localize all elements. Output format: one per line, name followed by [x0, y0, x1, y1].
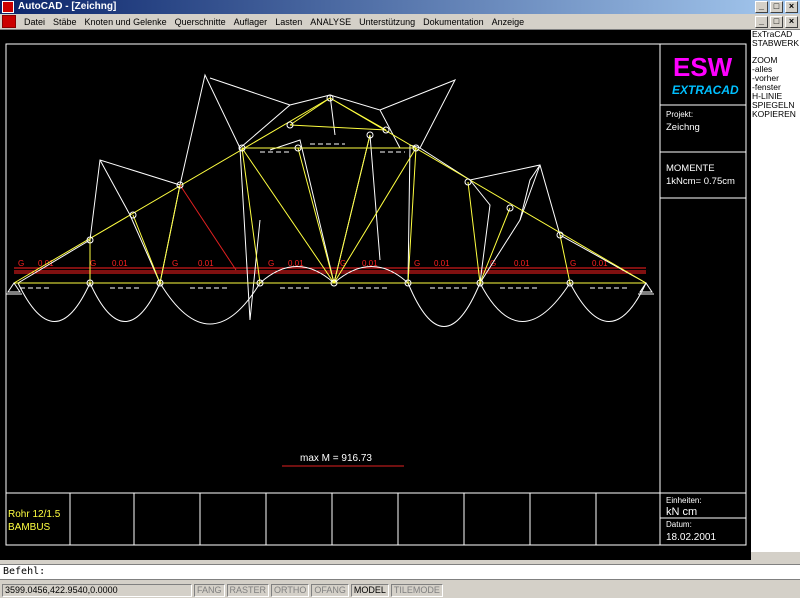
- document-icon[interactable]: [2, 15, 16, 28]
- doc-close-button[interactable]: ×: [785, 16, 798, 28]
- screen-menu: ExTraCAD STABWERK ZOOM -alles -vorher -fens…: [750, 30, 800, 560]
- load-label: G: [570, 259, 576, 268]
- load-labels: G 0.01 G 0.01 G 0.01 G 0.01 G 0.01 G 0.01 G 0.01 G 0.01: [18, 259, 608, 268]
- menu-item-knoten-und-gelenke[interactable]: Knoten und Gelenke: [81, 15, 171, 29]
- load-label: 0.01: [112, 259, 128, 268]
- title-bar: AutoCAD - [Zeichng] _ □ ×: [0, 0, 800, 14]
- status-toggle-ofang[interactable]: OFANG: [311, 583, 349, 597]
- datum-label: Datum:: [666, 520, 692, 529]
- status-toggle-raster[interactable]: RASTER: [226, 583, 270, 597]
- load-label: G: [18, 259, 24, 268]
- max-moment-label: max M = 916.73: [300, 453, 372, 464]
- section-label: Rohr 12/1.5: [8, 509, 61, 520]
- drawing-canvas[interactable]: ESW EXTRACAD Projekt: Zeichng MOMENTE 1k…: [0, 30, 750, 560]
- menu-item-datei[interactable]: Datei: [20, 15, 49, 29]
- status-toggle-model[interactable]: MODEL: [350, 583, 389, 597]
- screen-menu-header-2: STABWERK: [752, 38, 800, 48]
- menu-item-dokumentation[interactable]: Dokumentation: [419, 15, 488, 29]
- truss-members: [13, 97, 647, 284]
- menu-item-anzeige[interactable]: Anzeige: [488, 15, 529, 29]
- status-toggle-fang[interactable]: FANG: [194, 583, 225, 597]
- load-label: 0.01: [514, 259, 530, 268]
- logo-sub: EXTRACAD: [672, 83, 739, 97]
- close-button[interactable]: ×: [785, 1, 798, 13]
- load-label: 0.01: [198, 259, 214, 268]
- menu-bar: Datei Stäbe Knoten und Gelenke Querschnitte…: [0, 14, 800, 30]
- doc-maximize-button[interactable]: □: [770, 16, 783, 28]
- status-toggle-tilemode[interactable]: TILEMODE: [390, 583, 443, 597]
- supports: [6, 282, 654, 295]
- highlighted-member: [179, 184, 237, 271]
- menu-item-lasten[interactable]: Lasten: [271, 15, 306, 29]
- truss-drawing: ESW EXTRACAD Projekt: Zeichng MOMENTE 1k…: [5, 43, 747, 546]
- momente-label: MOMENTE: [666, 163, 715, 174]
- moment-diagram: [17, 73, 647, 327]
- truss-nodes: [86, 94, 574, 287]
- command-prompt: Befehl:: [3, 566, 46, 577]
- screen-menu-item-kopieren[interactable]: KOPIEREN: [751, 110, 800, 119]
- datum-value: 18.02.2001: [666, 532, 716, 543]
- load-label: G: [268, 259, 274, 268]
- minimize-button[interactable]: _: [755, 1, 768, 13]
- load-label: G: [414, 259, 420, 268]
- drawing-frame: [5, 43, 747, 546]
- menu-item-auflager[interactable]: Auflager: [230, 15, 272, 29]
- coordinate-readout: 3599.0456,422.9540,0.0000: [2, 583, 192, 597]
- load-label: G: [90, 259, 96, 268]
- menu-item-analyse[interactable]: ANALYSE: [306, 15, 355, 29]
- screen-menu-scrollbar[interactable]: [751, 552, 800, 560]
- maximize-button[interactable]: □: [770, 1, 783, 13]
- autocad-icon[interactable]: [2, 1, 14, 13]
- menu-item-stäbe[interactable]: Stäbe: [49, 15, 81, 29]
- momente-scale: 1kNcm= 0.75cm: [666, 176, 735, 187]
- bottom-table-columns: [69, 493, 597, 545]
- menu-item-querschnitte[interactable]: Querschnitte: [171, 15, 230, 29]
- status-toggle-ortho[interactable]: ORTHO: [271, 583, 310, 597]
- projekt-label: Projekt:: [666, 110, 693, 119]
- einheiten-value: kN cm: [666, 506, 697, 518]
- logo-main: ESW: [673, 52, 733, 82]
- einheiten-label: Einheiten:: [666, 496, 702, 505]
- command-line[interactable]: Befehl:: [0, 564, 800, 580]
- projekt-value: Zeichng: [666, 122, 700, 133]
- load-label: G: [172, 259, 178, 268]
- doc-minimize-button[interactable]: _: [755, 16, 768, 28]
- material-label: BAMBUS: [8, 522, 51, 533]
- menu-item-unterstützung[interactable]: Unterstützung: [355, 15, 419, 29]
- window-title: AutoCAD - [Zeichng]: [18, 1, 117, 12]
- load-label: 0.01: [434, 259, 450, 268]
- status-bar: 3599.0456,422.9540,0.0000 FANG RASTER ORTH…: [0, 582, 800, 598]
